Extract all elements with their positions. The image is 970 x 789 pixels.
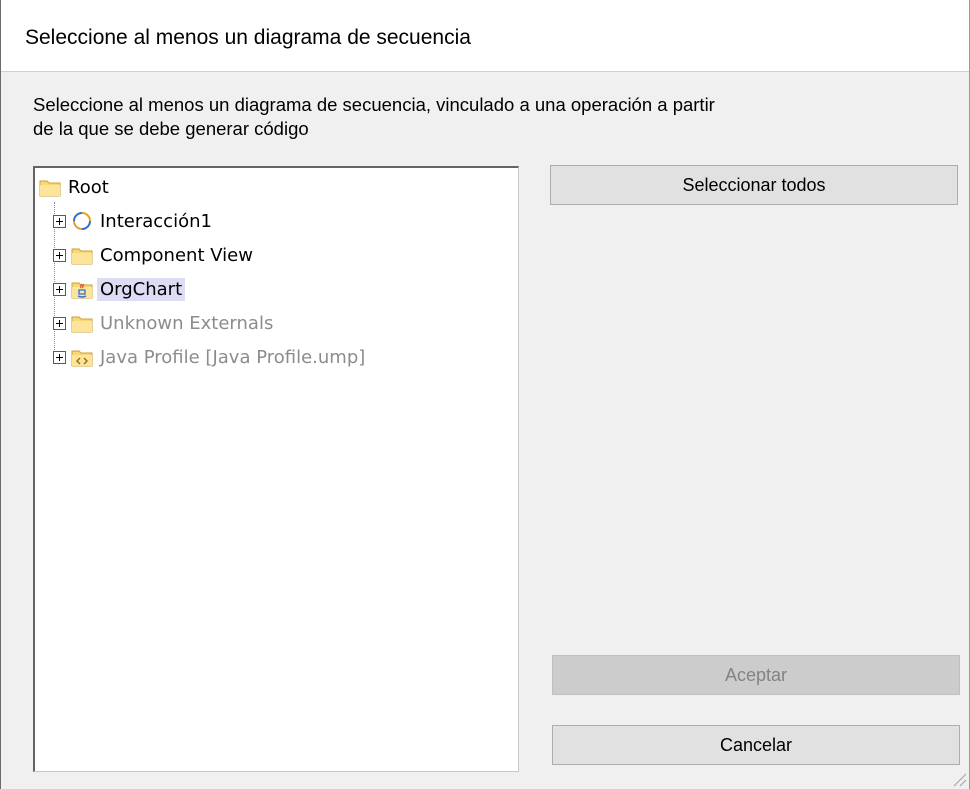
expand-icon[interactable] — [53, 282, 66, 296]
instruction-line-1: Seleccione al menos un diagrama de secue… — [33, 94, 715, 115]
java-package-icon — [71, 282, 93, 299]
expand-icon[interactable] — [53, 316, 66, 330]
instruction-line-2: de la que se debe generar código — [33, 118, 309, 139]
accept-button[interactable]: Aceptar — [552, 655, 960, 695]
tree-node-orgchart[interactable]: OrgChart — [53, 274, 186, 304]
profile-folder-icon — [71, 350, 93, 367]
interaction-icon — [73, 212, 91, 230]
tree-node-label: Root — [68, 176, 109, 198]
tree-node-component-view[interactable]: Component View — [53, 240, 256, 270]
expand-icon[interactable] — [53, 248, 66, 262]
expand-icon[interactable] — [53, 214, 66, 228]
tree-node-java-profile[interactable]: Java Profile [Java Profile.ump] — [53, 342, 368, 372]
tree-node-label: OrgChart — [97, 277, 186, 301]
model-tree[interactable]: Root Interacción1 Component View OrgChar… — [33, 166, 519, 772]
tree-node-label: Component View — [100, 244, 253, 266]
select-all-button[interactable]: Seleccionar todos — [550, 165, 958, 205]
dialog-window: Seleccione al menos un diagrama de secue… — [0, 0, 970, 789]
title-bar: Seleccione al menos un diagrama de secue… — [1, 0, 969, 72]
tree-node-unknown-externals[interactable]: Unknown Externals — [53, 308, 276, 338]
cancel-button[interactable]: Cancelar — [552, 725, 960, 765]
folder-icon — [39, 180, 61, 197]
expand-icon[interactable] — [53, 350, 66, 364]
tree-node-label: Unknown Externals — [100, 312, 274, 334]
resize-grip-icon[interactable] — [953, 773, 967, 787]
tree-node-root[interactable]: Root — [39, 172, 112, 202]
tree-node-label: Interacción1 — [100, 210, 212, 232]
dialog-title: Seleccione al menos un diagrama de secue… — [25, 26, 471, 49]
tree-node-label: Java Profile [Java Profile.ump] — [100, 346, 366, 368]
folder-icon — [71, 316, 93, 333]
tree-node-interaccion1[interactable]: Interacción1 — [53, 206, 215, 236]
folder-icon — [71, 248, 93, 265]
instruction-text: Seleccione al menos un diagrama de secue… — [33, 93, 853, 141]
